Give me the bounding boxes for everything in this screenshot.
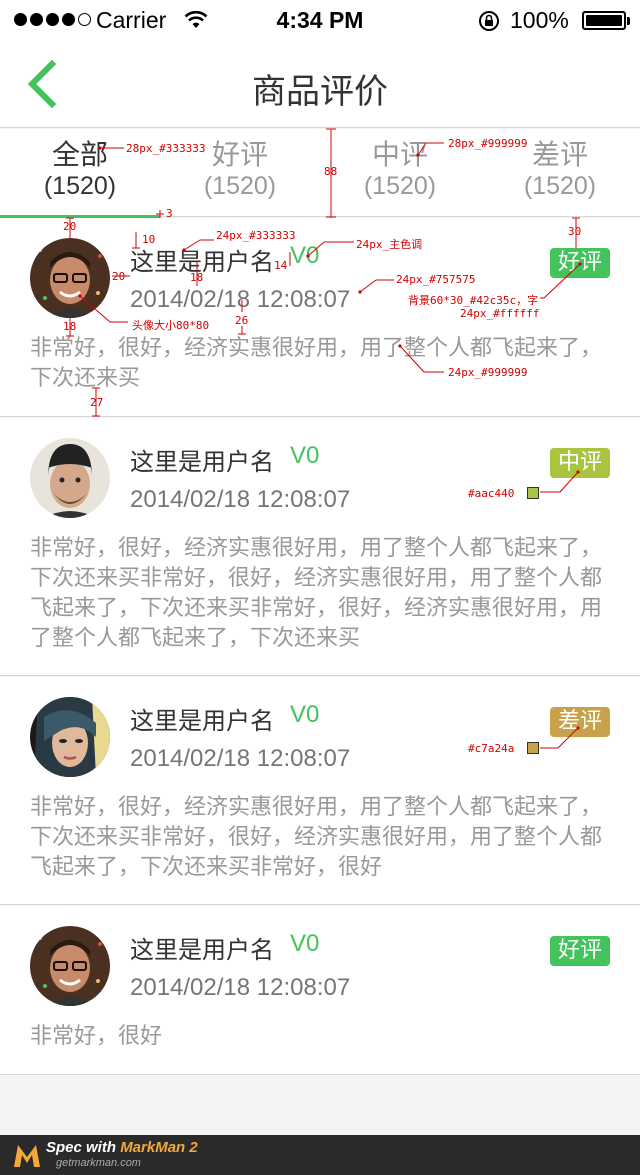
username: 这里是用户名: [130, 448, 274, 476]
tab-count: (1520): [203, 172, 277, 200]
avatar[interactable]: [30, 438, 110, 518]
avatar[interactable]: [30, 238, 110, 318]
spec-label: 24px_#ffffff: [460, 307, 540, 320]
review-comment: 非常好，很好，经济实惠很好用，用了整个人都飞起来了，下次还来买: [30, 336, 603, 391]
navigation-bar: 商品评价: [0, 40, 640, 128]
review-item: 这里是用户名 V0 2014/02/18 12:08:07 中评 非常好，很好，…: [0, 418, 640, 676]
user-level: V0: [290, 930, 320, 957]
watermark-name: MarkMan 2: [120, 1139, 198, 1156]
review-date: 2014/02/18 12:08:07: [130, 745, 351, 772]
username: 这里是用户名: [130, 936, 274, 964]
review-item: 这里是用户名 V0 2014/02/18 12:08:07 差评 非常好，很好，…: [0, 677, 640, 905]
review-date: 2014/02/18 12:08:07: [130, 974, 351, 1001]
spec-label: 20: [63, 220, 77, 233]
user-level: V0: [290, 701, 320, 728]
page-title: 商品评价: [252, 72, 388, 112]
user-level: V0: [290, 242, 320, 269]
rating-badge: 好评: [550, 248, 610, 278]
spec-label: 24px_#757575: [396, 273, 476, 286]
spec-label: 24px_#999999: [448, 366, 528, 379]
spec-label: 30: [568, 225, 582, 238]
spec-label: 27: [90, 396, 104, 409]
rating-badge: 好评: [550, 936, 610, 966]
spec-label: 28px_#999999: [448, 137, 528, 150]
battery-icon: [582, 11, 630, 30]
review-comment: 非常好，很好: [30, 1024, 163, 1049]
spec-label: 20: [112, 270, 126, 283]
color-swatch: [527, 487, 539, 499]
review-filter-tabs: 全部 (1520) 好评 (1520) 中评 (1520) 差评 (1520): [0, 129, 640, 218]
watermark-brand: Spec with MarkMan 2: [46, 1139, 198, 1156]
review-comment: 非常好，很好，经济实惠很好用，用了整个人都飞起来了，下次还来买非常好，很好，经济…: [30, 536, 603, 651]
review-date: 2014/02/18 12:08:07: [130, 486, 351, 513]
status-bar: Carrier 4:34 PM 100%: [0, 0, 640, 40]
battery-percentage: 100%: [510, 7, 569, 33]
color-swatch: [527, 742, 539, 754]
spec-label: 88: [324, 165, 338, 178]
review-item: 这里是用户名 V0 2014/02/18 12:08:07 好评 非常好，很好，…: [0, 218, 640, 417]
markman-logo-icon: [14, 1145, 40, 1167]
spec-label: 背景60*30_#42c35c，字: [408, 294, 539, 307]
spec-label: 18: [190, 271, 204, 284]
spec-label: #aac440: [468, 487, 515, 500]
spec-label: 24px_#333333: [216, 229, 296, 242]
review-item: 这里是用户名 V0 2014/02/18 12:08:07 好评 非常好，很好: [0, 906, 640, 1075]
rating-badge: 差评: [550, 707, 610, 737]
review-comment: 非常好，很好，经济实惠很好用，用了整个人都飞起来了，下次还来买非常好，很好，经济…: [30, 795, 603, 880]
tab-count: (1520): [43, 172, 117, 200]
rating-badge: 中评: [550, 448, 610, 478]
spec-label: 头像大小80*80: [132, 319, 210, 332]
watermark-prefix: Spec with: [46, 1139, 121, 1156]
avatar[interactable]: [30, 926, 110, 1006]
spec-label: #c7a24a: [468, 742, 515, 755]
spec-label: 26: [235, 314, 249, 327]
markman-watermark-bar: Spec with MarkMan 2 getmarkman.com: [0, 1135, 640, 1175]
username: 这里是用户名: [130, 707, 274, 735]
spec-label: 24px_主色调: [356, 238, 423, 251]
avatar[interactable]: [30, 697, 110, 777]
review-date: 2014/02/18 12:08:07: [130, 286, 351, 313]
rotation-lock-icon: [479, 11, 499, 31]
spec-label: 28px_#333333: [126, 142, 206, 155]
user-level: V0: [290, 442, 320, 469]
watermark-site: getmarkman.com: [56, 1157, 141, 1169]
spec-label: 18: [63, 320, 77, 333]
spec-label: 14: [274, 259, 288, 272]
spec-label: 3: [166, 207, 173, 220]
tab-count: (1520): [523, 172, 597, 200]
spec-label: 10: [142, 233, 156, 246]
tab-count: (1520): [363, 172, 437, 200]
